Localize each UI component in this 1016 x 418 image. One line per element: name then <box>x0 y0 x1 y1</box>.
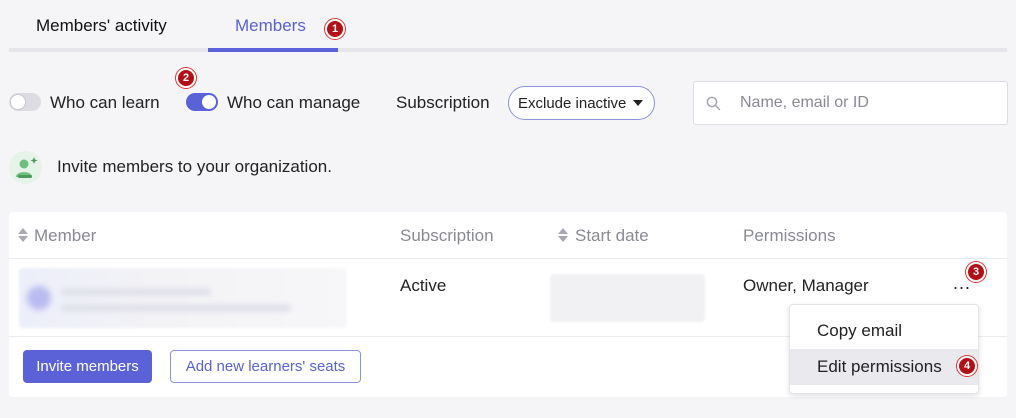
invite-prompt-text: Invite members to your organization. <box>57 157 332 176</box>
sort-icon[interactable] <box>18 226 28 244</box>
search-input[interactable] <box>740 82 1000 124</box>
member-cell-redacted <box>19 268 347 328</box>
who-can-manage-label: Who can manage <box>227 93 361 112</box>
tab-members-activity[interactable]: Members' activity <box>36 16 167 36</box>
column-header-permissions: Permissions <box>743 226 836 245</box>
toggle-knob <box>202 95 216 109</box>
invite-member-icon <box>9 151 42 184</box>
column-header-subscription: Subscription <box>400 226 494 245</box>
search-box <box>693 81 1008 125</box>
tab-bar: Members' activity Members <box>9 0 1007 54</box>
menu-item-copy-email[interactable]: Copy email <box>790 313 978 349</box>
subscription-dropdown[interactable]: Exclude inactive <box>508 86 655 120</box>
sort-icon[interactable] <box>558 226 568 244</box>
search-icon <box>706 96 721 111</box>
subscription-dropdown-value: Exclude inactive <box>518 94 627 112</box>
add-learner-seats-button[interactable]: Add new learners' seats <box>170 350 361 383</box>
redacted-email <box>61 304 291 312</box>
step-marker-2: 2 <box>176 68 196 88</box>
caret-down-icon <box>633 100 643 106</box>
tab-bar-divider <box>9 48 1007 52</box>
subscription-filter-label: Subscription <box>396 93 490 112</box>
who-can-learn-toggle[interactable] <box>9 93 41 111</box>
step-marker-3: 3 <box>966 262 986 282</box>
table-header: Member Subscription Start date Permissio… <box>9 212 1007 259</box>
invite-members-button[interactable]: Invite members <box>23 350 152 383</box>
permissions-value: Owner, Manager <box>743 276 869 295</box>
who-can-manage-toggle[interactable] <box>186 93 218 111</box>
who-can-learn-label: Who can learn <box>50 93 160 112</box>
column-header-member[interactable]: Member <box>34 226 96 246</box>
redacted-name <box>61 288 211 296</box>
start-date-redacted <box>550 274 705 322</box>
step-marker-1: 1 <box>325 19 345 39</box>
subscription-status: Active <box>400 276 447 295</box>
toggle-knob <box>10 94 26 110</box>
step-marker-4: 4 <box>957 356 977 376</box>
tab-members[interactable]: Members <box>235 16 306 36</box>
row-actions-menu: Copy email Edit permissions <box>789 304 979 394</box>
column-header-start-date[interactable]: Start date <box>575 226 649 246</box>
menu-item-edit-permissions[interactable]: Edit permissions <box>790 349 978 385</box>
active-tab-indicator <box>208 48 338 52</box>
avatar <box>27 286 51 310</box>
